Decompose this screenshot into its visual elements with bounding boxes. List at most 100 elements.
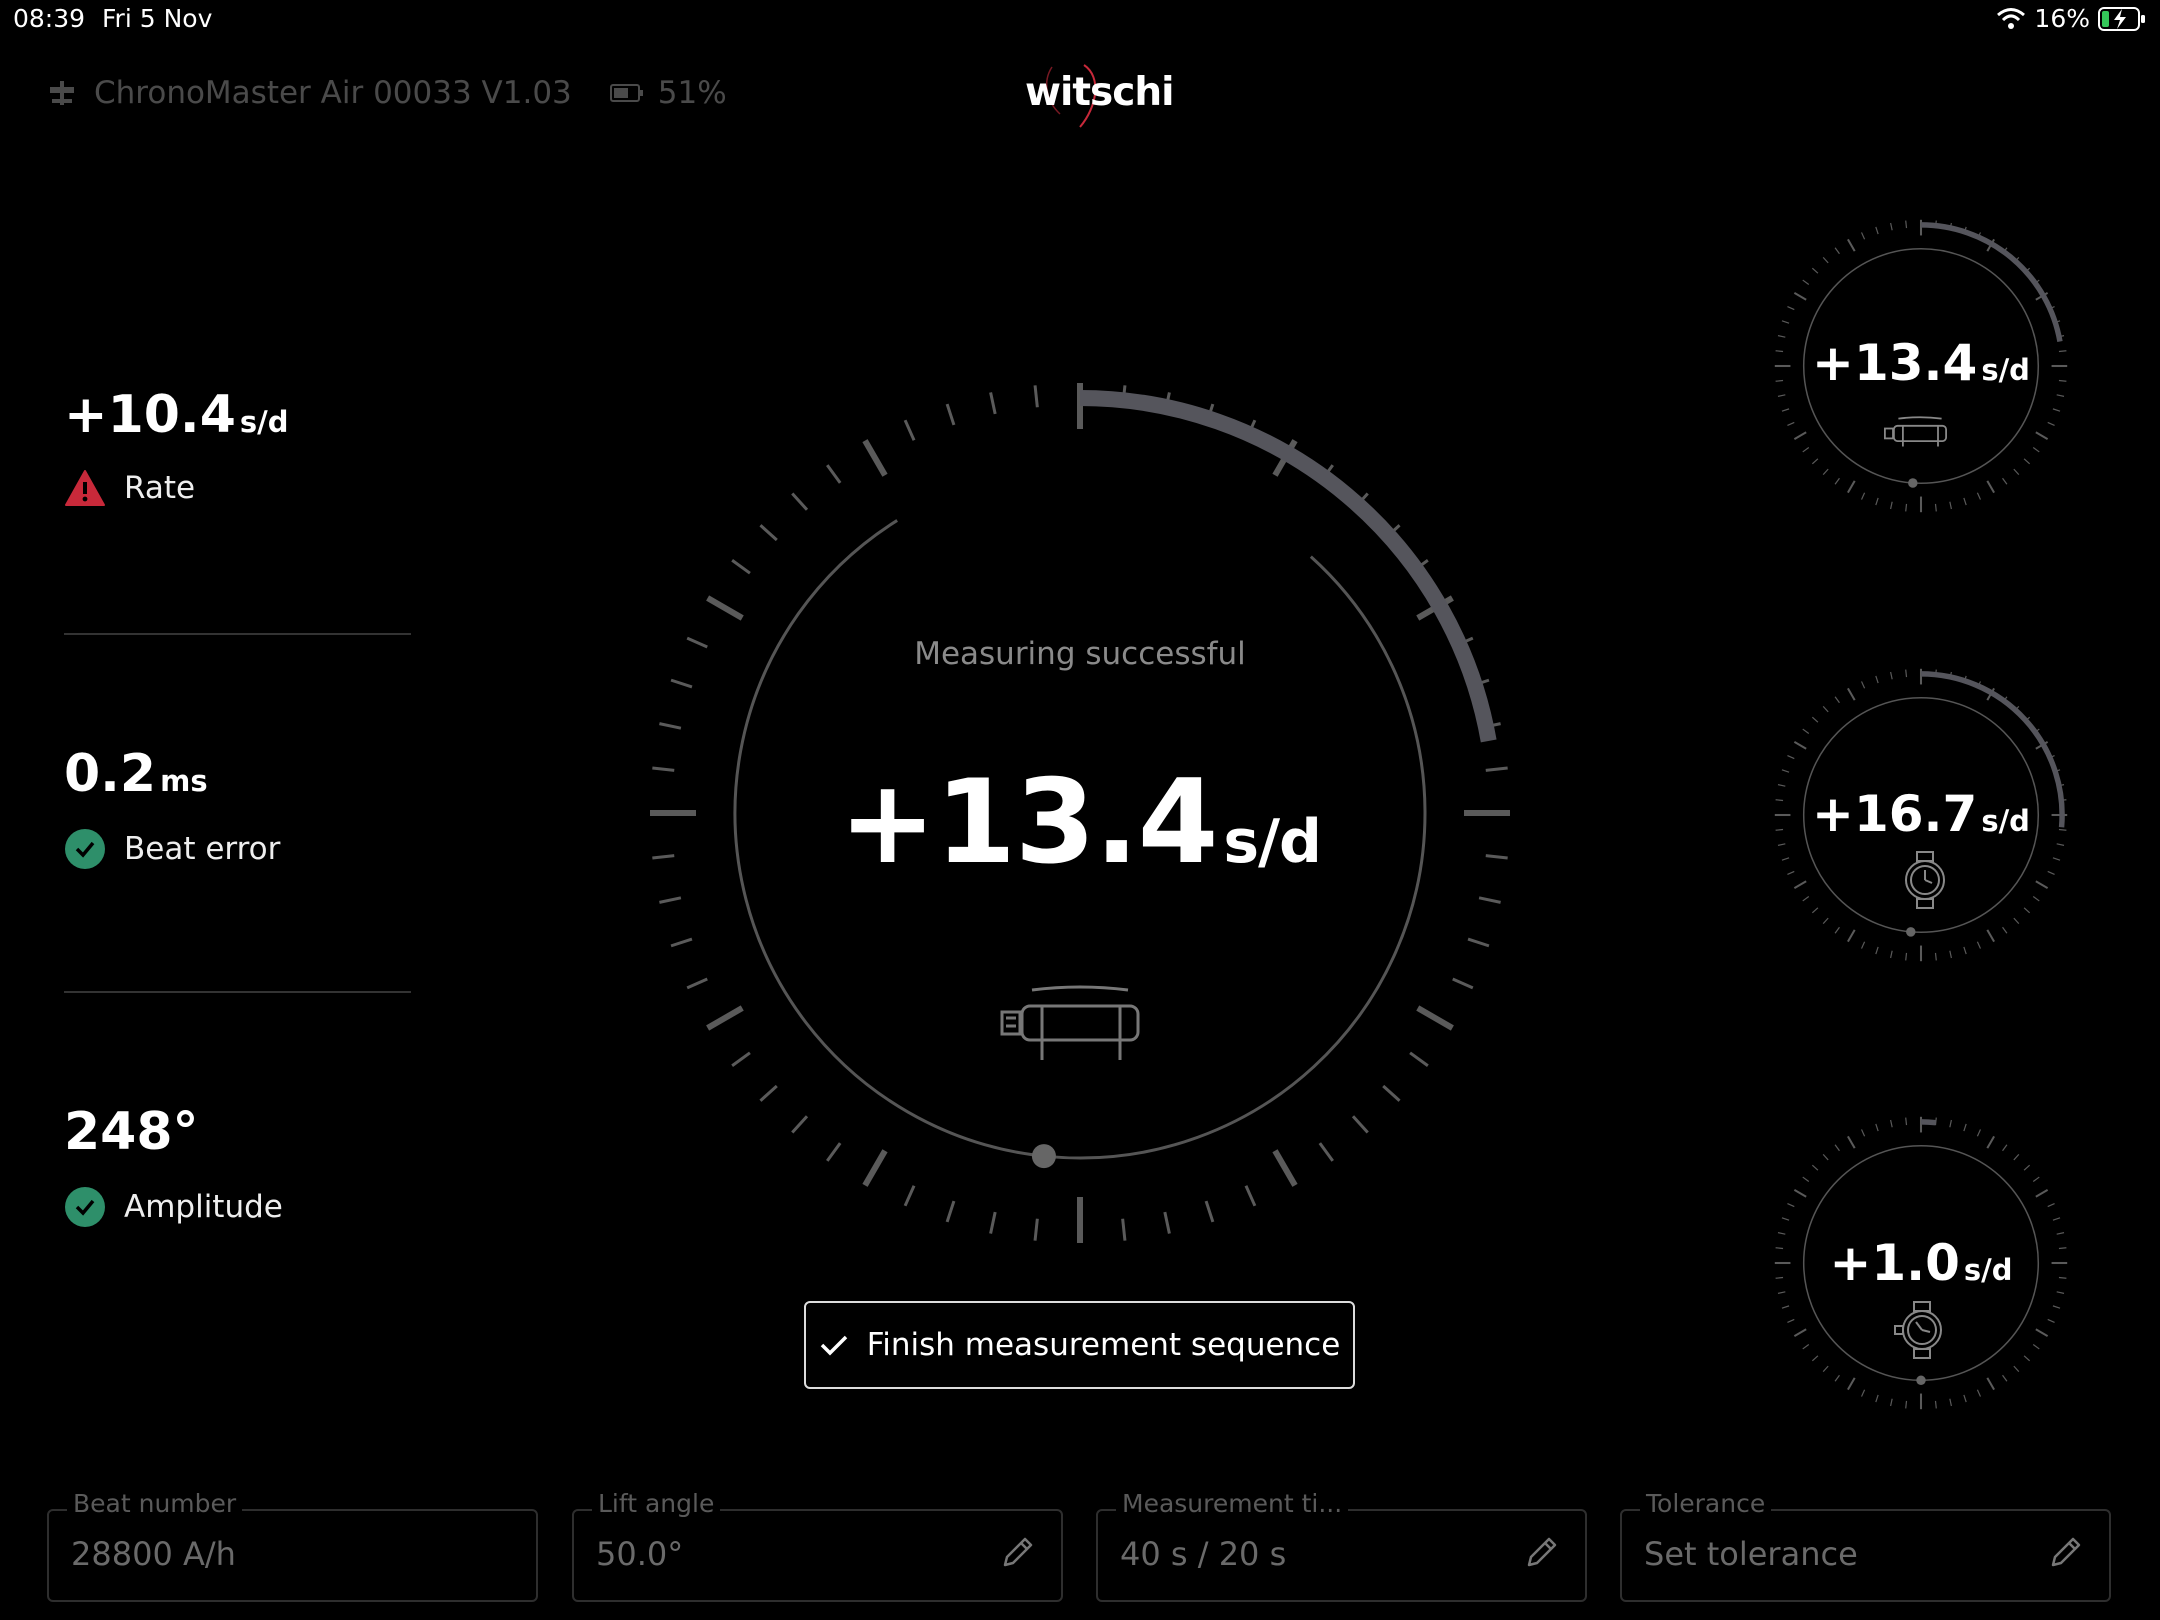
position-3-gauge-tick (1986, 1377, 1995, 1391)
position-1-gauge-tick (1793, 431, 1807, 440)
position-1-gauge-tick (2013, 468, 2020, 476)
tolerance-field[interactable]: Tolerance Set tolerance (1620, 1489, 2111, 1602)
main-gauge-tick (989, 392, 997, 415)
position-1-readout[interactable]: +13.4 s/d (1771, 334, 2071, 392)
position-2-gauge-tick (2032, 896, 2040, 902)
finish-measurement-button[interactable]: Finish measurement sequence (804, 1301, 1355, 1389)
main-gauge-tick (1351, 1115, 1369, 1134)
main-gauge-tick (1244, 1185, 1257, 1207)
main-gauge-tick (862, 1149, 888, 1187)
position-1-gauge-tick (2047, 421, 2055, 427)
position-3-gauge-tick (1976, 1129, 1982, 1137)
position-1-gauge-tick (1875, 226, 1879, 235)
main-gauge-rate-arc (1079, 390, 1497, 743)
position-1-gauge-tick (1802, 447, 1810, 453)
position-1-gauge-indicator-dot (1908, 478, 1918, 488)
main-gauge-tick (1382, 1084, 1401, 1102)
position-1-gauge-tick (1811, 267, 1819, 274)
position-3-gauge-indicator-dot (1916, 1375, 1926, 1386)
position-1-gauge-tick (1777, 394, 1786, 397)
position-3-unit: s/d (1963, 1253, 2013, 1287)
position-2-gauge-tick (1811, 716, 1819, 723)
position-2-gauge-tick (1875, 675, 1879, 684)
position-2-gauge-tick (1847, 687, 1856, 701)
position-2-gauge-tick (1787, 870, 1795, 876)
position-3-gauge-tick (1847, 1377, 1856, 1391)
position-3-gauge-tick (1822, 1153, 1829, 1161)
lift-angle-value: 50.0° (596, 1535, 684, 1573)
main-gauge-tick (1485, 854, 1508, 860)
main-gauge-tick (1485, 766, 1508, 772)
beat-number-field[interactable]: Beat number 28800 A/h (47, 1489, 538, 1602)
position-1-gauge-tick (1781, 320, 1790, 324)
position-3-gauge-tick (2047, 1202, 2055, 1208)
position-1-gauge-tick (1793, 292, 1807, 301)
main-gauge-tick (731, 559, 751, 575)
checkmark-icon (820, 1335, 847, 1356)
crown-down-watch-icon (1905, 851, 1945, 909)
position-3-gauge-tick (2052, 1305, 2061, 1309)
position-3-gauge-tick (2023, 1355, 2031, 1362)
position-3-gauge-rate-arc (1920, 1119, 1937, 1126)
main-gauge-tick (706, 595, 744, 621)
tolerance-label: Tolerance (1640, 1489, 1772, 1518)
position-3-gauge-tick (1793, 1189, 1807, 1198)
position-1-gauge-tick (1802, 279, 1810, 285)
position-3-readout[interactable]: +1.0 s/d (1771, 1234, 2071, 1292)
position-2-gauge-tick (1860, 941, 1866, 949)
position-2-gauge-tick (2013, 917, 2020, 925)
lift-angle-field[interactable]: Lift angle 50.0° (572, 1489, 1063, 1602)
measurement-status: Measuring successful (914, 636, 1246, 672)
main-gauge-tick (903, 419, 916, 441)
position-1-gauge-tick (2056, 394, 2065, 397)
position-3-gauge-tick (1875, 1123, 1879, 1132)
position-3-gauge-tick (1986, 1135, 1995, 1149)
position-3-gauge-tick (1905, 1117, 1908, 1126)
measurement-time-field[interactable]: Measurement ti... 40 s / 20 s (1096, 1489, 1587, 1602)
position-3-gauge-tick (1834, 1144, 1840, 1152)
position-2-gauge-tick (1934, 952, 1937, 961)
main-gauge-tick (686, 636, 708, 649)
main-gauge-tick (1318, 1142, 1334, 1162)
position-2-gauge-tick (1834, 696, 1840, 704)
pencil-icon[interactable] (1525, 1535, 1559, 1569)
position-2-unit: s/d (1981, 804, 2030, 838)
position-2-gauge-tick (1811, 907, 1819, 914)
position-3-gauge-tick (1875, 1394, 1879, 1403)
position-2-gauge-tick (2002, 926, 2008, 934)
position-3-gauge-tick (1811, 1355, 1819, 1362)
main-gauge-tick (1033, 1218, 1039, 1241)
main-gauge-tick (791, 492, 809, 511)
position-2-gauge-tick (1793, 741, 1807, 750)
position-2-gauge-tick (1890, 950, 1893, 959)
position-3-gauge-tick (1949, 1119, 1952, 1128)
beat-number-label: Beat number (67, 1489, 243, 1518)
position-1-gauge-tick (1949, 501, 1952, 510)
position-3-gauge-tick (1781, 1217, 1790, 1221)
position-2-gauge-tick (1890, 671, 1893, 680)
position-2-readout[interactable]: +16.7 s/d (1771, 785, 2071, 843)
main-gauge-indicator-dot (1031, 1144, 1056, 1169)
position-2-gauge-tick (1793, 880, 1807, 889)
main-gauge-tick (1452, 977, 1474, 990)
pencil-icon[interactable] (2049, 1535, 2083, 1569)
position-3-gauge-tick (1781, 1305, 1790, 1309)
position-1-gauge-tick (2023, 458, 2031, 465)
position-3-gauge-tick (1787, 1202, 1795, 1208)
position-3-gauge-tick (2052, 1217, 2061, 1221)
position-2-gauge-tick (1777, 843, 1786, 846)
position-3-gauge-tick (1949, 1398, 1952, 1407)
finish-button-label: Finish measurement sequence (866, 1327, 1341, 1363)
main-gauge-tick (903, 1185, 916, 1207)
position-2-gauge-tick (1834, 926, 1840, 934)
lift-angle-label: Lift angle (592, 1489, 721, 1518)
position-3-gauge-tick (1963, 1123, 1967, 1132)
main-gauge-tick (759, 524, 778, 542)
main-gauge-tick (1272, 1149, 1298, 1187)
position-3-gauge-tick (2002, 1144, 2008, 1152)
position-3-gauge-tick (1793, 1328, 1807, 1337)
pencil-icon[interactable] (1001, 1535, 1035, 1569)
position-1-gauge-tick (1822, 256, 1829, 264)
position-2-gauge-tick (1976, 941, 1982, 949)
main-gauge-tick (1409, 1051, 1429, 1067)
